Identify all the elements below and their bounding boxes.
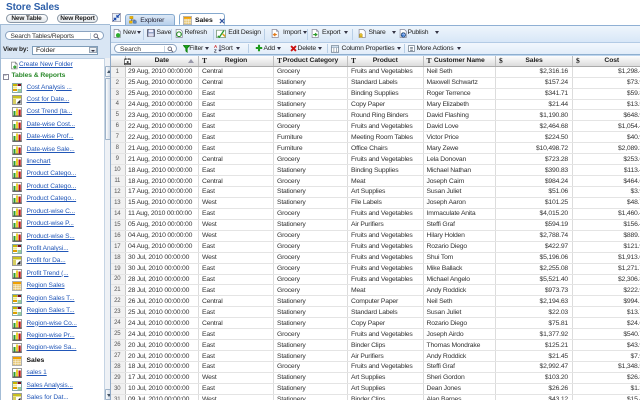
svg-text:Z: Z: [214, 49, 217, 53]
